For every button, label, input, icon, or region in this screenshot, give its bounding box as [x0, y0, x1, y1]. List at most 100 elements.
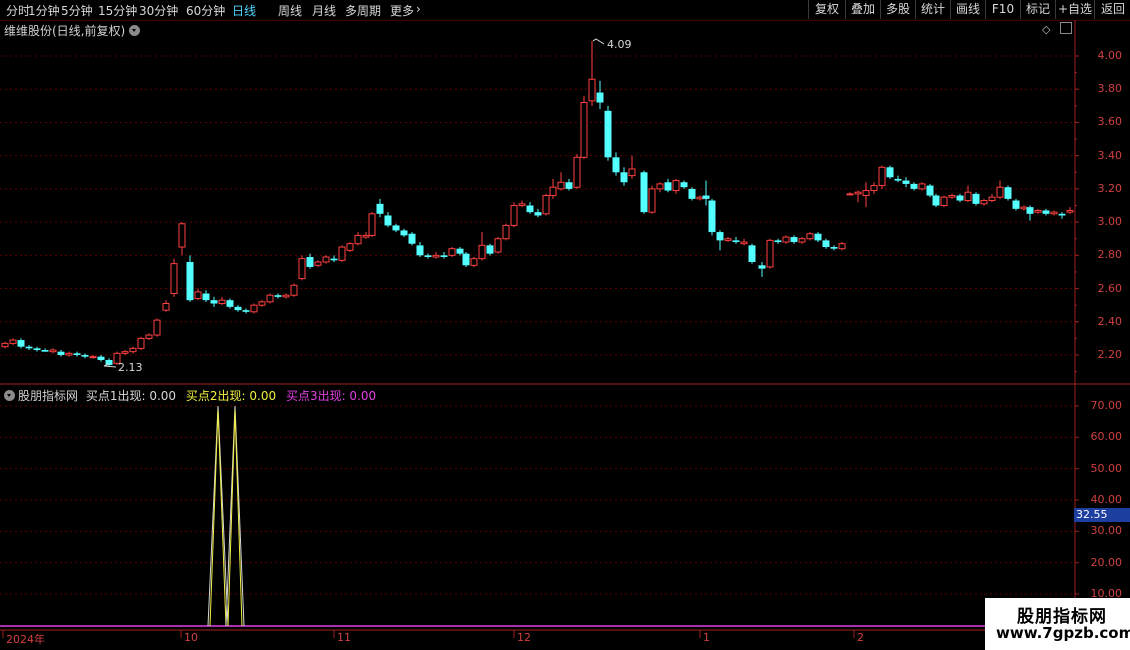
tab-daily[interactable]: 日线 [232, 2, 256, 19]
price-axis-label: 2.80 [1097, 248, 1123, 262]
candle-body [65, 352, 73, 356]
date-label: 1 [703, 631, 710, 644]
tab-weekly[interactable]: 周线 [278, 2, 302, 19]
draw-line-button[interactable]: 画线 [950, 0, 985, 19]
buy2-spike [227, 409, 243, 627]
candle-body [696, 196, 704, 200]
candle-body [902, 180, 910, 184]
fuquan-button[interactable]: 复权 [808, 0, 845, 19]
candle-body [758, 265, 766, 269]
candle-body [266, 294, 274, 303]
mark-button[interactable]: 标记 [1020, 0, 1055, 19]
candle-body [596, 92, 604, 103]
candle-body [688, 188, 696, 199]
candle-body [1020, 206, 1028, 210]
candle-body [97, 356, 105, 360]
low-marker: 2.13 [118, 361, 143, 374]
candle-body [846, 193, 854, 196]
candle-body [416, 245, 424, 256]
date-label: 11 [337, 631, 351, 644]
diamond-icon[interactable]: ◇ [1042, 23, 1050, 36]
candle-body [894, 178, 902, 181]
indicator-axis-label: 60.00 [1090, 430, 1123, 444]
panel-toggle-icon[interactable] [1060, 22, 1072, 34]
chart-frame [0, 20, 1130, 650]
tab-1min[interactable]: 1分钟 [28, 2, 60, 19]
candle-body [194, 291, 202, 300]
candle-body [628, 168, 636, 177]
candle-body [186, 261, 194, 301]
candle-body [478, 244, 486, 260]
multi-stock-button[interactable]: 多股 [880, 0, 915, 19]
candle-body [89, 356, 97, 359]
watermark-line2: www.7gpzb.com [996, 624, 1130, 642]
candle-body [137, 337, 145, 349]
tab-60min[interactable]: 60分钟 [186, 2, 225, 19]
candle-body [218, 299, 226, 305]
candle-body [162, 303, 170, 311]
stock-title: 维维股份(日线,前复权) [4, 22, 141, 39]
candle-body [354, 234, 362, 245]
tab-multi-period[interactable]: 多周期 [345, 2, 381, 19]
f10-button[interactable]: F10 [985, 0, 1020, 19]
candle-body [1050, 211, 1058, 215]
high-marker: 4.09 [607, 38, 632, 51]
candle-body [17, 340, 25, 347]
tab-fenshi[interactable]: 分时 [6, 2, 30, 19]
candle-body [57, 351, 65, 355]
chevron-down-icon[interactable] [129, 25, 141, 36]
tab-monthly[interactable]: 月线 [312, 2, 336, 19]
low-marker-line [103, 363, 117, 368]
candle-body [964, 191, 972, 202]
candlesticks [1, 38, 1074, 368]
candle-body [798, 238, 806, 243]
candle-body [462, 253, 470, 266]
candle-body [81, 355, 89, 357]
indicator-axis-label: 30.00 [1090, 524, 1123, 538]
chevron-right-icon[interactable]: › [416, 2, 421, 16]
candle-body [49, 349, 57, 353]
overlay-button[interactable]: 叠加 [845, 0, 880, 19]
candle-body [41, 350, 49, 352]
candle-body [384, 215, 392, 226]
candle-body [408, 233, 416, 244]
candle-body [526, 205, 534, 213]
candle-body [766, 239, 774, 268]
candle-body [612, 157, 620, 173]
candle-body [648, 188, 656, 213]
candle-body [424, 255, 432, 257]
indicator-lines [0, 405, 985, 627]
candle-body [580, 102, 588, 158]
candle-body [346, 243, 354, 251]
date-label: 2024年 [6, 633, 45, 646]
candle-body [105, 359, 113, 365]
candle-body [854, 191, 862, 195]
tab-5min[interactable]: 5分钟 [61, 2, 93, 19]
candle-body [486, 245, 494, 254]
buy3-label: 买点3出现: 0.00 [285, 389, 377, 403]
candle-body [862, 190, 870, 197]
candle-body [620, 172, 628, 183]
candle-body [338, 246, 346, 261]
candle-body [806, 233, 814, 240]
candle-body [956, 195, 964, 201]
chevron-down-icon[interactable] [4, 390, 15, 401]
candle-body [972, 193, 980, 204]
candle-body [1004, 187, 1012, 199]
candle-body [470, 258, 478, 266]
back-button[interactable]: 返回 [1094, 0, 1130, 19]
high-marker-line [592, 38, 605, 45]
candle-body [250, 304, 258, 313]
add-watchlist-button[interactable]: +自选 [1055, 0, 1094, 19]
tab-30min[interactable]: 30分钟 [139, 2, 178, 19]
price-axis-label: 3.80 [1097, 82, 1123, 96]
candle-body [510, 205, 518, 226]
candle-body [1058, 213, 1066, 216]
tab-more[interactable]: 更多 [390, 2, 414, 19]
candle-body [494, 238, 502, 253]
tab-15min[interactable]: 15分钟 [98, 2, 137, 19]
statistics-button[interactable]: 统计 [915, 0, 950, 19]
candle-body [672, 180, 680, 192]
candle-body [748, 245, 756, 262]
candle-body [573, 156, 581, 188]
